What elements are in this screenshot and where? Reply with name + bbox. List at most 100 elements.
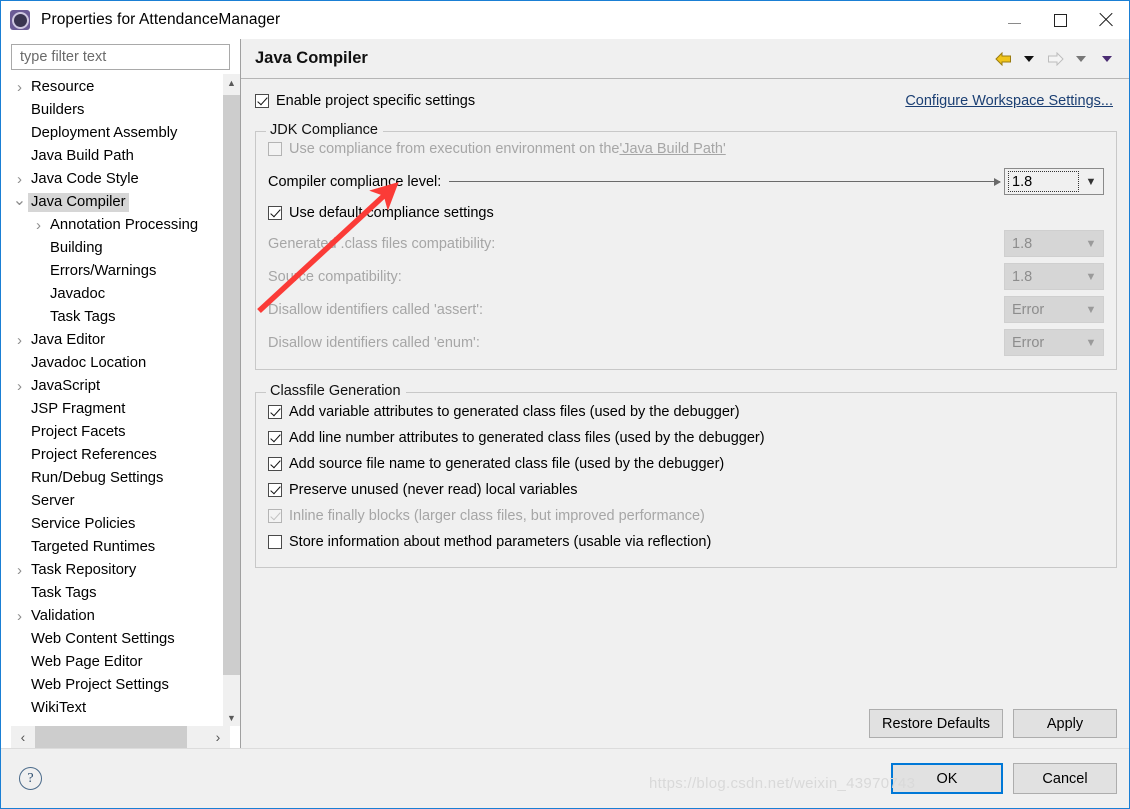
sidebar-item-web-project-settings[interactable]: Web Project Settings: [11, 674, 222, 697]
sidebar-item-annotation-processing[interactable]: › Annotation Processing: [11, 214, 222, 237]
use-execution-environment-label: Use compliance from execution environmen…: [289, 140, 620, 157]
page-navigation: [991, 47, 1119, 71]
compliance-level-combo[interactable]: 1.8 ▼: [1004, 168, 1104, 195]
sidebar-item-javascript[interactable]: › JavaScript: [11, 375, 222, 398]
classfile-option-checkbox[interactable]: [268, 431, 282, 445]
sidebar-item-label: Project References: [31, 447, 157, 463]
window-title: Properties for AttendanceManager: [41, 11, 281, 28]
properties-gear-icon: [10, 10, 30, 30]
sidebar-item-deployment-assembly[interactable]: Deployment Assembly: [11, 122, 222, 145]
sidebar-item-label: Java Build Path: [31, 148, 134, 164]
chevron-right-icon[interactable]: ›: [11, 332, 28, 349]
maximize-button[interactable]: [1037, 1, 1083, 39]
vscroll-thumb[interactable]: [223, 95, 240, 675]
tree-vertical-scrollbar[interactable]: ▲ ▼: [222, 74, 240, 726]
sidebar-item-label: Javadoc Location: [31, 355, 147, 371]
vscroll-track[interactable]: [223, 91, 240, 709]
classfile-option-checkbox[interactable]: [268, 405, 282, 419]
compliance-row-control: Error ▼: [1004, 296, 1104, 323]
minimize-button[interactable]: [991, 1, 1037, 39]
chevron-right-icon[interactable]: ›: [11, 562, 28, 579]
classfile-option-row: Inline finally blocks (larger class file…: [268, 503, 1104, 529]
sidebar-item-service-policies[interactable]: Service Policies: [11, 513, 222, 536]
hscroll-track[interactable]: [35, 726, 206, 748]
scroll-down-icon[interactable]: ▼: [223, 709, 240, 726]
compliance-level-label: Compiler compliance level:: [268, 173, 442, 190]
sidebar-item-label: Errors/Warnings: [50, 263, 157, 279]
filter-input[interactable]: [18, 48, 223, 66]
sidebar-item-java-build-path[interactable]: Java Build Path: [11, 145, 222, 168]
chevron-right-icon[interactable]: ›: [11, 378, 28, 395]
chevron-right-icon[interactable]: ›: [30, 217, 47, 234]
history-menu-button[interactable]: [1095, 47, 1119, 71]
sidebar-item-label: Server: [31, 493, 75, 509]
filter-box[interactable]: [11, 44, 230, 70]
apply-button[interactable]: Apply: [1013, 709, 1117, 738]
help-question-icon[interactable]: ?: [19, 767, 42, 790]
chevron-right-icon[interactable]: ›: [11, 608, 28, 625]
sidebar-item-label: Web Project Settings: [31, 677, 169, 693]
sidebar-item-label: Service Policies: [31, 516, 136, 532]
scroll-up-icon[interactable]: ▲: [223, 74, 240, 91]
use-execution-environment-checkbox[interactable]: [268, 141, 282, 156]
classfile-option-checkbox[interactable]: [268, 457, 282, 471]
chevron-down-icon[interactable]: ⌄: [11, 190, 28, 210]
settings-tree[interactable]: › Resource Builders Deployment Assembly Java…: [11, 74, 222, 726]
sidebar-item-java-code-style[interactable]: › Java Code Style: [11, 168, 222, 191]
sidebar-item-java-compiler[interactable]: ⌄ Java Compiler: [11, 191, 222, 214]
classfile-option-row: Add line number attributes to generated …: [268, 425, 1104, 451]
use-execution-environment-row: Use compliance from execution environmen…: [268, 132, 1104, 165]
sidebar-item-validation[interactable]: › Validation: [11, 605, 222, 628]
use-default-compliance-checkbox[interactable]: [268, 205, 282, 220]
sidebar-item-task-tags[interactable]: Task Tags: [11, 306, 222, 329]
classfile-option-row: Add source file name to generated class …: [268, 451, 1104, 477]
sidebar-item-javadoc-location[interactable]: Javadoc Location: [11, 352, 222, 375]
classfile-option-label: Add source file name to generated class …: [289, 456, 725, 472]
sidebar-item-project-facets[interactable]: Project Facets: [11, 421, 222, 444]
classfile-option-checkbox[interactable]: [268, 535, 282, 549]
sidebar-item-task-tags[interactable]: Task Tags: [11, 582, 222, 605]
sidebar-item-web-page-editor[interactable]: Web Page Editor: [11, 651, 222, 674]
sidebar-item-wikitext[interactable]: WikiText: [11, 697, 222, 720]
sidebar-item-server[interactable]: Server: [11, 490, 222, 513]
sidebar-item-javadoc[interactable]: Javadoc: [11, 283, 222, 306]
sidebar-item-run-debug-settings[interactable]: Run/Debug Settings: [11, 467, 222, 490]
chevron-right-icon[interactable]: ›: [11, 171, 28, 188]
sidebar-item-jsp-fragment[interactable]: JSP Fragment: [11, 398, 222, 421]
enable-project-specific-row: Enable project specific settings Configu…: [255, 89, 1117, 113]
back-history-button[interactable]: [1017, 47, 1041, 71]
forward-button[interactable]: [1043, 47, 1067, 71]
cancel-button[interactable]: Cancel: [1013, 763, 1117, 794]
sidebar-item-label: Annotation Processing: [50, 217, 199, 233]
sidebar-item-web-content-settings[interactable]: Web Content Settings: [11, 628, 222, 651]
sidebar-item-project-references[interactable]: Project References: [11, 444, 222, 467]
scroll-left-icon[interactable]: ‹: [11, 726, 35, 748]
sidebar-item-label: Task Repository: [31, 562, 137, 578]
tree-horizontal-scrollbar[interactable]: ‹ ›: [11, 726, 230, 748]
forward-history-button[interactable]: [1069, 47, 1093, 71]
configure-workspace-settings-link[interactable]: Configure Workspace Settings...: [905, 93, 1117, 109]
compliance-row-combo: 1.8 ▼: [1004, 263, 1104, 290]
sidebar-item-errors-warnings[interactable]: Errors/Warnings: [11, 260, 222, 283]
restore-defaults-button[interactable]: Restore Defaults: [869, 709, 1003, 738]
back-button[interactable]: [991, 47, 1015, 71]
sidebar-item-resource[interactable]: › Resource: [11, 76, 222, 99]
close-button[interactable]: [1083, 1, 1129, 39]
java-build-path-link[interactable]: 'Java Build Path': [619, 141, 725, 157]
sidebar-item-label: Web Content Settings: [31, 631, 175, 647]
classfile-option-checkbox[interactable]: [268, 483, 282, 497]
scroll-right-icon[interactable]: ›: [206, 726, 230, 748]
hscroll-thumb[interactable]: [35, 726, 187, 748]
sidebar-item-java-editor[interactable]: › Java Editor: [11, 329, 222, 352]
sidebar-item-targeted-runtimes[interactable]: Targeted Runtimes: [11, 536, 222, 559]
chevron-right-icon[interactable]: ›: [11, 79, 28, 96]
sidebar-item-label: Project Facets: [31, 424, 126, 440]
enable-project-specific-checkbox[interactable]: [255, 94, 269, 108]
sidebar-item-building[interactable]: Building: [11, 237, 222, 260]
jdk-compliance-group: JDK Compliance Use compliance from execu…: [255, 122, 1117, 370]
sidebar-item-label: Java Editor: [31, 332, 106, 348]
sidebar-item-builders[interactable]: Builders: [11, 99, 222, 122]
page-title: Java Compiler: [255, 49, 368, 67]
minimize-icon: [1007, 23, 1021, 24]
sidebar-item-task-repository[interactable]: › Task Repository: [11, 559, 222, 582]
